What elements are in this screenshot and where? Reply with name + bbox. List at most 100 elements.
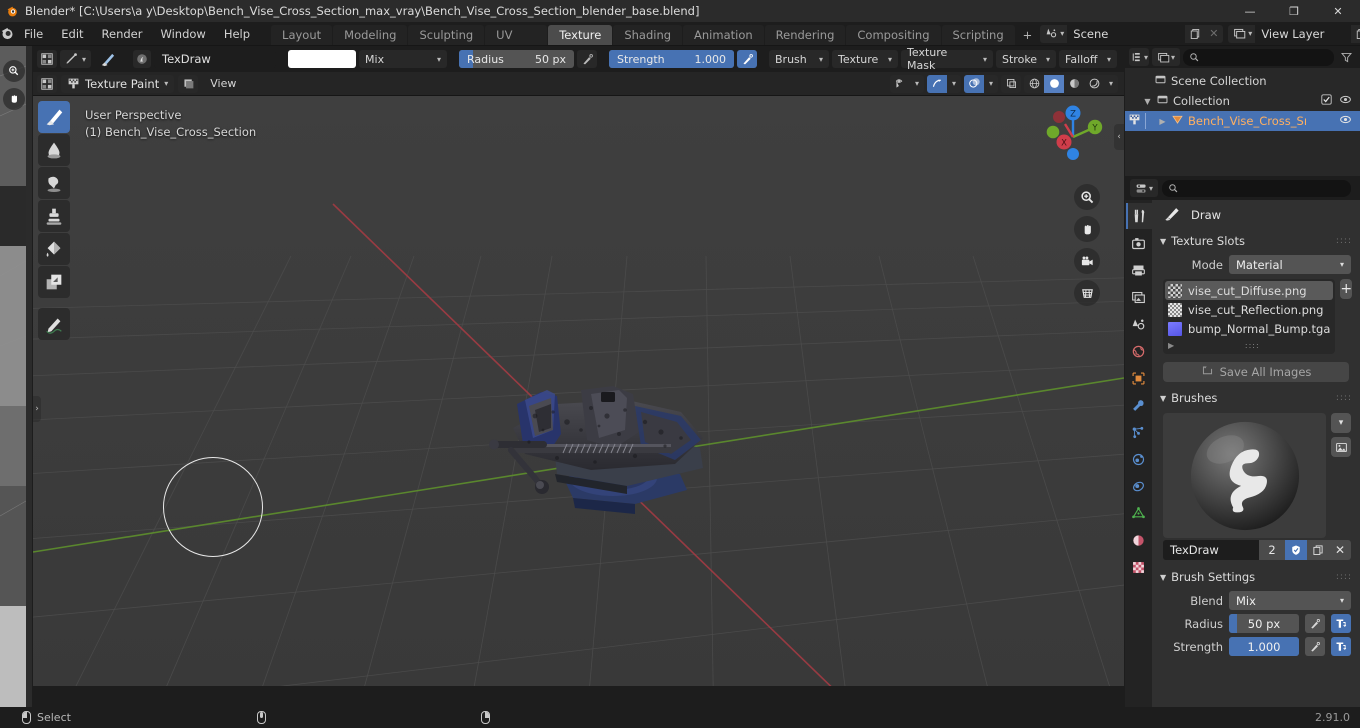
tab-uv-editing[interactable]: UV Editing [485,25,548,62]
tab-modeling[interactable]: Modeling [333,25,408,45]
visibility-dropdown[interactable]: ▾ [890,74,924,93]
viewport-sidebar-toggle[interactable]: ‹ [1114,124,1124,150]
world-properties-tab[interactable] [1126,338,1152,364]
outliner-row-collection[interactable]: ▼ Collection [1125,91,1360,111]
panel-collapse-triangle[interactable]: ▼ [1160,573,1166,582]
gizmo-dropdown[interactable]: ▾ [927,74,961,93]
brush-user-count[interactable]: 2 [1259,540,1285,560]
brush-datablock-name[interactable]: TexDraw [1163,540,1259,560]
toggle-orthographic-icon[interactable] [1074,280,1100,306]
pan-view-icon[interactable] [1074,216,1100,242]
checkbox-icon[interactable] [1321,94,1332,108]
brush-color-swatch[interactable] [288,50,357,68]
outliner-display-mode[interactable]: ▾ [1152,48,1180,66]
duplicate-brush-icon[interactable] [1307,540,1329,560]
texture-mask-popover[interactable]: Texture Mask ▾ [901,46,994,72]
wireframe-shading-icon[interactable] [1024,75,1044,93]
brushes-panel-header[interactable]: ▼ Brushes :::: [1152,387,1360,409]
fake-user-icon[interactable] [1285,540,1307,560]
zoom-view-icon[interactable] [1074,184,1100,210]
clone-tool-button[interactable] [38,200,70,232]
blend-dropdown[interactable]: Mix ▾ [1229,591,1351,610]
close-button[interactable]: ✕ [1316,0,1360,22]
material-properties-tab[interactable] [1126,527,1152,553]
scene-properties-tab[interactable] [1126,311,1152,337]
brush-settings-panel-header[interactable]: ▼ Brush Settings :::: [1152,566,1360,588]
panel-collapse-triangle[interactable]: ▼ [1160,394,1166,403]
brush-popover[interactable]: Brush ▾ [769,50,830,68]
show-overlays-icon[interactable] [964,74,984,93]
blend-mode-dropdown[interactable]: Mix ▾ [359,50,448,68]
scene-name-field[interactable]: Scene [1067,24,1186,43]
maximize-button[interactable]: ❐ [1272,0,1316,22]
viewport-toolbar-toggle[interactable]: › [33,396,41,422]
brush-datablock[interactable] [133,50,152,68]
view-menu[interactable]: View [202,75,244,93]
particle-properties-tab[interactable] [1126,419,1152,445]
save-all-images-button[interactable]: Save All Images [1163,362,1349,382]
brush-preview[interactable] [1163,413,1326,538]
tool-properties-tab[interactable] [1125,203,1152,229]
texture-slot-item[interactable]: bump_Normal_Bump.tga [1165,319,1333,338]
new-view-layer-icon[interactable] [1351,25,1360,43]
object-visibility-icon[interactable] [890,75,910,93]
render-properties-tab[interactable] [1126,230,1152,256]
soften-tool-button[interactable] [38,134,70,166]
add-workspace-button[interactable]: + [1016,25,1040,45]
strength-slider[interactable]: Strength 1.000 [609,50,735,68]
sliver-pan-icon[interactable] [3,88,25,110]
radius-unit-icon[interactable] [1331,614,1351,633]
smear-tool-button[interactable] [38,167,70,199]
eye-icon[interactable] [1339,93,1352,109]
brush-name-field[interactable]: TexDraw [154,50,277,68]
mask-tool-button[interactable] [38,266,70,298]
menu-render[interactable]: Render [93,22,152,46]
interaction-mode-selector[interactable]: Texture Paint ▾ [61,74,175,93]
paint-mask-icon[interactable] [178,74,199,93]
radius-value-slider[interactable]: 50 px [1229,614,1299,633]
view-layer-name-field[interactable]: View Layer [1255,24,1352,43]
tab-rendering[interactable]: Rendering [764,25,846,45]
texture-slot-item[interactable]: vise_cut_Reflection.png [1165,300,1333,319]
tab-scripting[interactable]: Scripting [941,25,1015,45]
texture-properties-tab[interactable] [1126,554,1152,580]
menu-edit[interactable]: Edit [52,22,92,46]
expand-triangle[interactable]: ▼ [1143,97,1152,106]
fill-tool-button[interactable] [38,233,70,265]
constraint-properties-tab[interactable] [1126,473,1152,499]
scene-selector[interactable]: ▾ Scene ✕ [1040,24,1224,43]
panel-collapse-triangle[interactable]: ▼ [1160,237,1166,246]
outliner-filter-icon[interactable] [1337,48,1356,66]
outliner-row-bench-vise[interactable]: ▶ Bench_Vise_Cross_Sı [1125,111,1360,131]
tab-layout[interactable]: Layout [271,25,333,45]
sliver-zoom-icon[interactable] [3,60,25,82]
show-gizmo-icon[interactable] [927,74,947,93]
image-editor-sliver[interactable] [0,46,32,707]
visibility-chevron-icon[interactable]: ▾ [910,75,924,93]
eye-icon[interactable] [1339,113,1356,129]
overlays-dropdown[interactable]: ▾ [964,74,998,93]
gizmo-chevron-icon[interactable]: ▾ [947,75,961,93]
tab-shading[interactable]: Shading [613,25,683,45]
shading-chevron-icon[interactable]: ▾ [1104,75,1118,93]
tab-animation[interactable]: Animation [683,25,764,45]
texture-slots-mode-dropdown[interactable]: Material ▾ [1229,255,1351,274]
tab-texture-paint[interactable]: Texture Paint [548,25,613,62]
strength-pressure-icon[interactable] [737,50,758,68]
physics-properties-tab[interactable] [1126,446,1152,472]
3d-viewport[interactable]: User Perspective (1) Bench_Vise_Cross_Se… [33,96,1124,686]
texture-popover[interactable]: Texture ▾ [832,50,899,68]
radius-slider[interactable]: Radius 50 px [459,50,575,68]
material-preview-shading-icon[interactable] [1064,75,1084,93]
stroke-popover[interactable]: Stroke ▾ [996,50,1057,68]
modifier-properties-tab[interactable] [1126,392,1152,418]
blender-menu-icon[interactable] [0,22,15,45]
expand-triangle[interactable]: ▶ [1158,117,1167,126]
texture-slot-list[interactable]: vise_cut_Diffuse.png vise_cut_Reflection… [1163,279,1336,354]
texture-slot-item[interactable]: vise_cut_Diffuse.png [1165,281,1334,300]
add-texture-slot-button[interactable]: + [1340,279,1353,299]
output-properties-tab[interactable] [1126,257,1152,283]
annotate-tool-button[interactable] [38,308,70,340]
shading-mode-group[interactable]: ▾ [1024,74,1118,93]
editor-type-icon[interactable] [37,50,57,68]
